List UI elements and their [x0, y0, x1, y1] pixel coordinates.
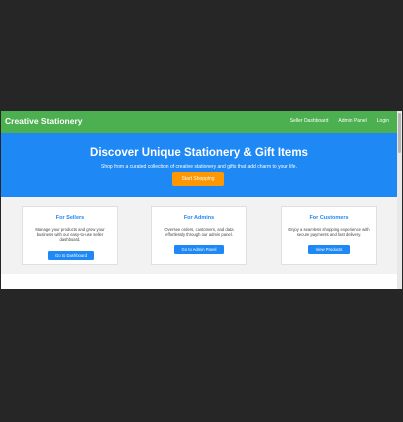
navbar: Creative Stationery Seller Dashboard Adm… [1, 111, 397, 133]
card-description: Oversee orders, customers, and data effo… [164, 227, 234, 237]
card-admins: For Admins Oversee orders, customers, an… [151, 206, 247, 265]
card-customers: For Customers Enjoy a seamless shopping … [281, 206, 377, 265]
hero-title: Discover Unique Stationery & Gift Items [90, 147, 308, 159]
scroll-thumb[interactable] [398, 113, 401, 153]
card-description: Enjoy a seamless shopping experience wit… [288, 227, 370, 237]
brand-logo[interactable]: Creative Stationery [5, 116, 82, 126]
nav-link-seller-dashboard[interactable]: Seller Dashboard [290, 118, 329, 124]
hero-subtitle: Shop from a curated collection of creati… [101, 164, 297, 170]
start-shopping-button[interactable]: Start Shopping [172, 172, 224, 186]
go-to-admin-panel-button[interactable]: Go to Admin Panel [174, 245, 224, 254]
card-title: For Customers [309, 215, 349, 221]
go-to-dashboard-button[interactable]: Go to Dashboard [48, 251, 94, 260]
browser-viewport: Creative Stationery Seller Dashboard Adm… [1, 111, 402, 289]
hero-section: Discover Unique Stationery & Gift Items … [1, 133, 397, 197]
card-description: Manage your products and grow your busin… [35, 227, 105, 242]
card-title: For Sellers [55, 215, 85, 221]
features-section: For Sellers Manage your products and gro… [1, 197, 397, 269]
view-products-button[interactable]: View Products [308, 245, 350, 254]
vertical-scrollbar[interactable] [397, 111, 402, 289]
nav-links: Seller Dashboard Admin Panel Login [290, 118, 389, 124]
nav-link-admin-panel[interactable]: Admin Panel [338, 118, 366, 124]
footer-area [1, 274, 397, 289]
card-sellers: For Sellers Manage your products and gro… [22, 206, 118, 265]
card-title: For Admins [183, 215, 215, 221]
nav-link-login[interactable]: Login [377, 118, 389, 124]
